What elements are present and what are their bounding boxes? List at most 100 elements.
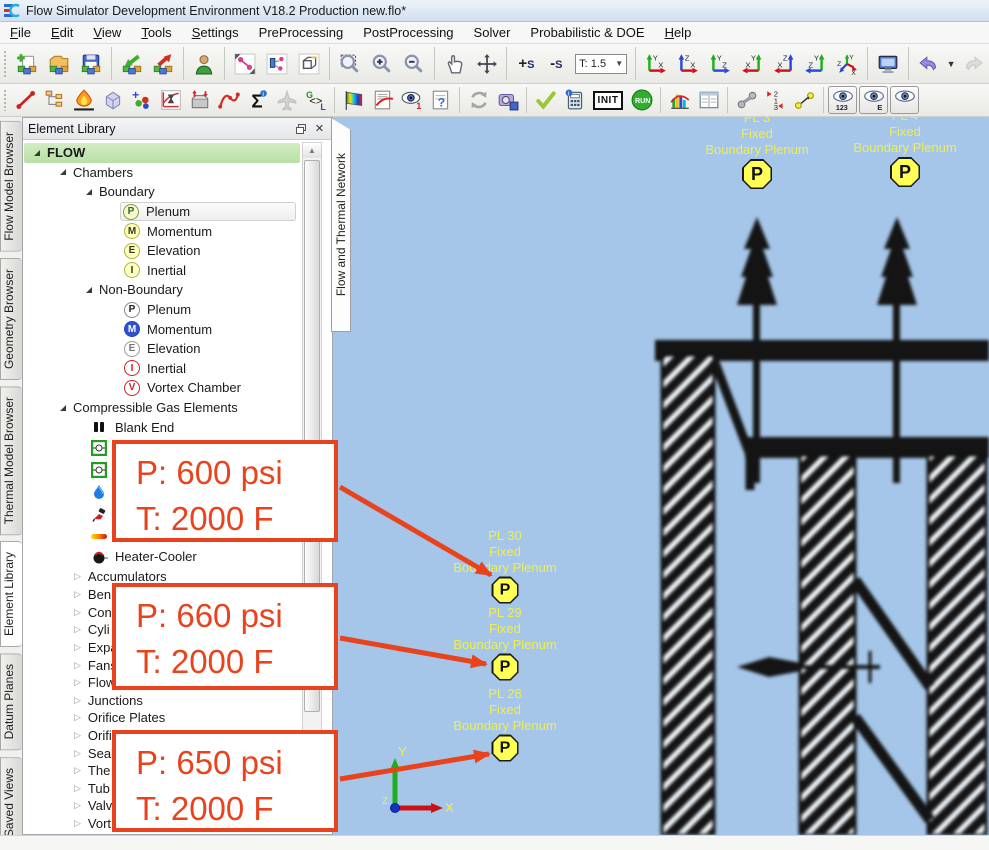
tree-item-elevation[interactable]: EElevation [24,339,300,359]
menu-file[interactable]: File [0,23,41,42]
new-model[interactable] [11,48,43,80]
menu-settings[interactable]: Settings [182,23,249,42]
menu-solver[interactable]: Solver [464,23,521,42]
tree-collapsed-icon[interactable]: ▷ [74,572,81,581]
geometry-cube[interactable] [98,86,127,114]
pan-tool[interactable] [439,48,471,80]
tree-item-chambers[interactable]: Chambers [24,163,300,183]
results-histogram[interactable] [665,86,694,114]
scroll-up-icon[interactable]: ▲ [303,143,321,158]
thickness-combo[interactable]: T: 1.5▼ [571,48,631,80]
redo-button[interactable] [957,48,989,80]
side-tab-geometry-browser[interactable]: Geometry Browser [0,258,22,380]
plenum-marker-pl-30[interactable]: P [492,577,519,604]
side-tab-saved-views[interactable]: Saved Views [0,757,22,848]
tree-collapsed-icon[interactable]: ▷ [74,696,81,705]
zoom-window[interactable] [334,48,366,80]
tree-item-plenum[interactable]: PPlenum [24,300,300,320]
export-model[interactable] [148,48,180,80]
eye-clipped[interactable] [890,86,919,114]
spline-curve[interactable] [214,86,243,114]
transient-setup[interactable] [156,86,185,114]
tree-item-orifice-plates[interactable]: ▷Orifice Plates [24,709,300,727]
tree-item-flow[interactable]: FLOW [24,143,300,163]
tree-expanded-icon[interactable] [60,169,66,175]
canvas-tab-flow-thermal-network[interactable]: Flow and Thermal Network [331,118,351,332]
package-update[interactable] [185,86,214,114]
plenum-marker-pl-4[interactable]: P [890,157,920,187]
tree-collapsed-icon[interactable]: ▷ [74,590,81,599]
chain-link[interactable] [732,86,761,114]
tree-expanded-icon[interactable] [86,189,92,195]
import-model[interactable] [116,48,148,80]
font-decrease[interactable]: -S [541,48,571,80]
probe-eye[interactable]: 1 [397,86,426,114]
tree-item-plenum[interactable]: PPlenum [24,202,300,222]
network-canvas[interactable]: YXZ PL 3FixedBoundary PlenumPPL 4FixedBo… [333,117,989,835]
display-settings[interactable] [872,48,904,80]
menu-probabilistic-doe[interactable]: Probabilistic & DOE [520,23,654,42]
plenum-marker-pl-28[interactable]: P [492,735,519,762]
menu-postprocessing[interactable]: PostProcessing [353,23,463,42]
dropdown-caret[interactable]: ▼ [945,48,957,80]
view-xz[interactable]: ZX [768,48,800,80]
user-profile[interactable] [188,48,220,80]
tree-item-inertial[interactable]: IInertial [24,359,300,379]
tree-collapsed-icon[interactable]: ▷ [74,766,81,775]
view-iso[interactable]: YZX [831,48,863,80]
eye-e[interactable]: E [859,86,888,114]
refresh-model[interactable] [464,86,493,114]
font-increase[interactable]: +S [511,48,541,80]
tree-item-blank-end[interactable]: Blank End [24,417,300,437]
side-tab-datum-planes[interactable]: Datum Planes [0,653,22,750]
renumber-123[interactable]: 213 [761,86,790,114]
tree-expanded-icon[interactable] [86,287,92,293]
eye-123[interactable]: 123 [828,86,857,114]
connect-elements[interactable] [790,86,819,114]
view-zx[interactable]: ZX [672,48,704,80]
network-3d[interactable] [293,48,325,80]
menu-tools[interactable]: Tools [131,23,181,42]
sigma-stats[interactable]: Σi [243,86,272,114]
run-button[interactable]: RUN [627,86,656,114]
tree-item-junctions[interactable]: ▷Junctions [24,691,300,709]
tree-collapsed-icon[interactable]: ▷ [74,819,81,828]
open-model[interactable] [43,48,75,80]
menu-help[interactable]: Help [655,23,702,42]
view-yx[interactable]: YX [640,48,672,80]
tree-item-elevation[interactable]: EElevation [24,241,300,261]
aircraft-mission[interactable] [272,86,301,114]
view-xy[interactable]: YX [736,48,768,80]
zoom-in[interactable] [366,48,398,80]
tree-collapsed-icon[interactable]: ▷ [74,625,81,634]
move-tool[interactable] [471,48,503,80]
tree-item-boundary[interactable]: Boundary [24,182,300,202]
tree-item-heater-cooler[interactable]: Heater-Cooler [24,547,300,567]
model-tree[interactable] [40,86,69,114]
add-element[interactable]: + [127,86,156,114]
tree-collapsed-icon[interactable]: ▷ [74,749,81,758]
tree-item-compressible-gas-elements[interactable]: Compressible Gas Elements [24,398,300,418]
tree-expanded-icon[interactable] [60,405,66,411]
plenum-marker-pl-3[interactable]: P [742,159,772,189]
tree-collapsed-icon[interactable]: ▷ [74,643,81,652]
save-model[interactable] [75,48,107,80]
view-zy[interactable]: YZ [800,48,832,80]
help-report[interactable]: ? [426,86,455,114]
tree-item-momentum[interactable]: MMomentum [24,221,300,241]
gl-code[interactable]: G<>L [301,86,330,114]
tree-item-non-boundary[interactable]: Non-Boundary [24,280,300,300]
calculate[interactable]: i [560,86,589,114]
tree-collapsed-icon[interactable]: ▷ [74,801,81,810]
tree-collapsed-icon[interactable]: ▷ [74,661,81,670]
tree-item-incomp[interactable]: Incomp [24,832,300,833]
tree-item-inertial[interactable]: IInertial [24,261,300,281]
menu-preprocessing[interactable]: PreProcessing [249,23,354,42]
init-button[interactable]: INIT [589,86,627,114]
zoom-out[interactable] [398,48,430,80]
results-table[interactable] [694,86,723,114]
snapshot-save[interactable] [493,86,522,114]
menu-edit[interactable]: Edit [41,23,83,42]
close-icon[interactable]: ✕ [312,122,327,136]
plenum-marker-pl-29[interactable]: P [492,654,519,681]
